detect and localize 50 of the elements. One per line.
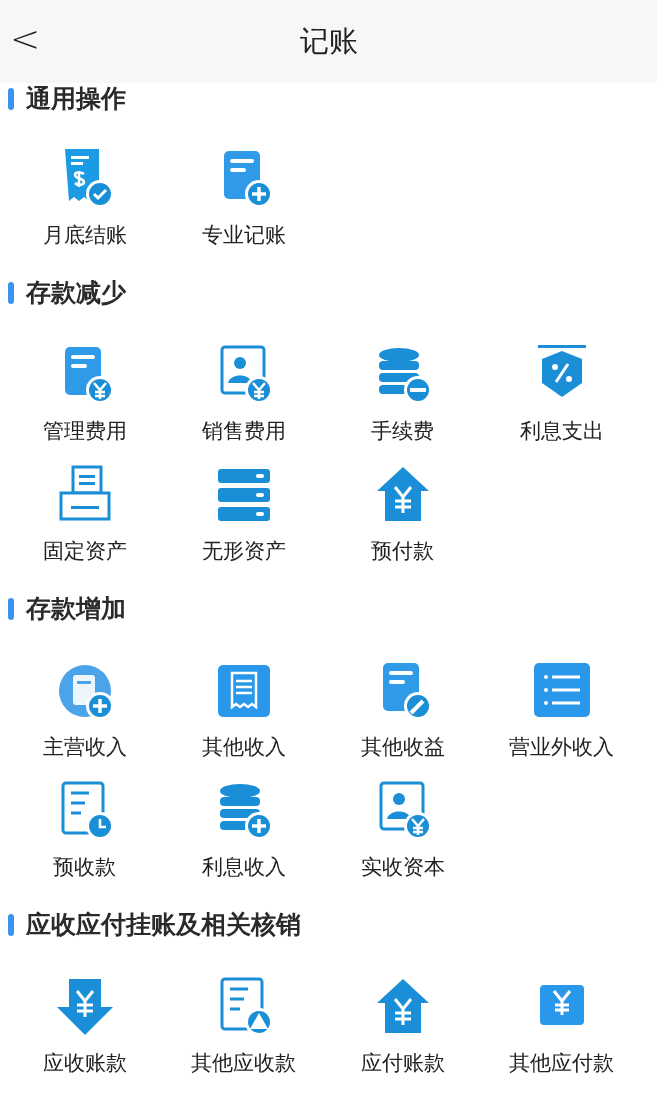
- menu-item[interactable]: 其他收入: [164, 659, 323, 769]
- back-button[interactable]: <: [6, 18, 45, 59]
- menu-item[interactable]: 预付款: [323, 463, 482, 573]
- page-title: 记账: [299, 22, 358, 60]
- menu-item[interactable]: 主营收入: [5, 659, 164, 769]
- menu-item[interactable]: 其他应收款: [164, 975, 323, 1085]
- section-title: 通用操作: [26, 85, 126, 113]
- item-label: 主营收入: [42, 734, 127, 761]
- item-label: 预付款: [371, 538, 434, 565]
- section-title: 存款增加: [26, 595, 126, 623]
- item-label: 应收账款: [42, 1050, 127, 1077]
- menu-item[interactable]: 应付账款: [323, 975, 482, 1085]
- menu-item[interactable]: 管理费用: [5, 343, 164, 453]
- section-marker: [8, 88, 14, 110]
- menu-item[interactable]: 销售费用: [164, 343, 323, 453]
- section-marker: [8, 914, 14, 936]
- menu-item[interactable]: 无形资产: [164, 463, 323, 573]
- menu-item[interactable]: 营业外收入: [482, 659, 641, 769]
- section-marker: [8, 282, 14, 304]
- item-label: 其他应付款: [509, 1050, 614, 1077]
- item-label: 预收款: [53, 854, 116, 881]
- item-label: 营业外收入: [509, 734, 614, 761]
- menu-item[interactable]: 应收账款: [5, 975, 164, 1085]
- menu-item[interactable]: 利息收入: [164, 779, 323, 889]
- menu-item[interactable]: 月底结账: [5, 147, 164, 257]
- menu-item[interactable]: 预收款: [5, 779, 164, 889]
- menu-item[interactable]: 利息支出: [482, 343, 641, 453]
- section-marker: [8, 598, 14, 620]
- menu-item[interactable]: 实收资本: [323, 779, 482, 889]
- section-title: 应收应付挂账及相关核销: [26, 911, 301, 939]
- section-title: 存款减少: [26, 279, 126, 307]
- item-label: 利息支出: [519, 418, 604, 445]
- menu-item[interactable]: 固定资产: [5, 463, 164, 573]
- menu-item[interactable]: 专业记账: [164, 147, 323, 257]
- menu-item[interactable]: 其他应付款: [482, 975, 641, 1085]
- item-label: 固定资产: [42, 538, 127, 565]
- item-label: 月底结账: [42, 222, 127, 249]
- item-label: 专业记账: [201, 222, 286, 249]
- item-label: 手续费: [371, 418, 434, 445]
- item-label: 其他收益: [360, 734, 445, 761]
- item-label: 其他应收款: [191, 1050, 296, 1077]
- item-label: 销售费用: [201, 418, 286, 445]
- menu-item[interactable]: 其他收益: [323, 659, 482, 769]
- item-label: 管理费用: [42, 418, 127, 445]
- menu-item[interactable]: 手续费: [323, 343, 482, 453]
- item-label: 无形资产: [201, 538, 286, 565]
- item-label: 其他收入: [201, 734, 286, 761]
- item-label: 应付账款: [360, 1050, 445, 1077]
- item-label: 实收资本: [360, 854, 445, 881]
- item-label: 利息收入: [201, 854, 286, 881]
